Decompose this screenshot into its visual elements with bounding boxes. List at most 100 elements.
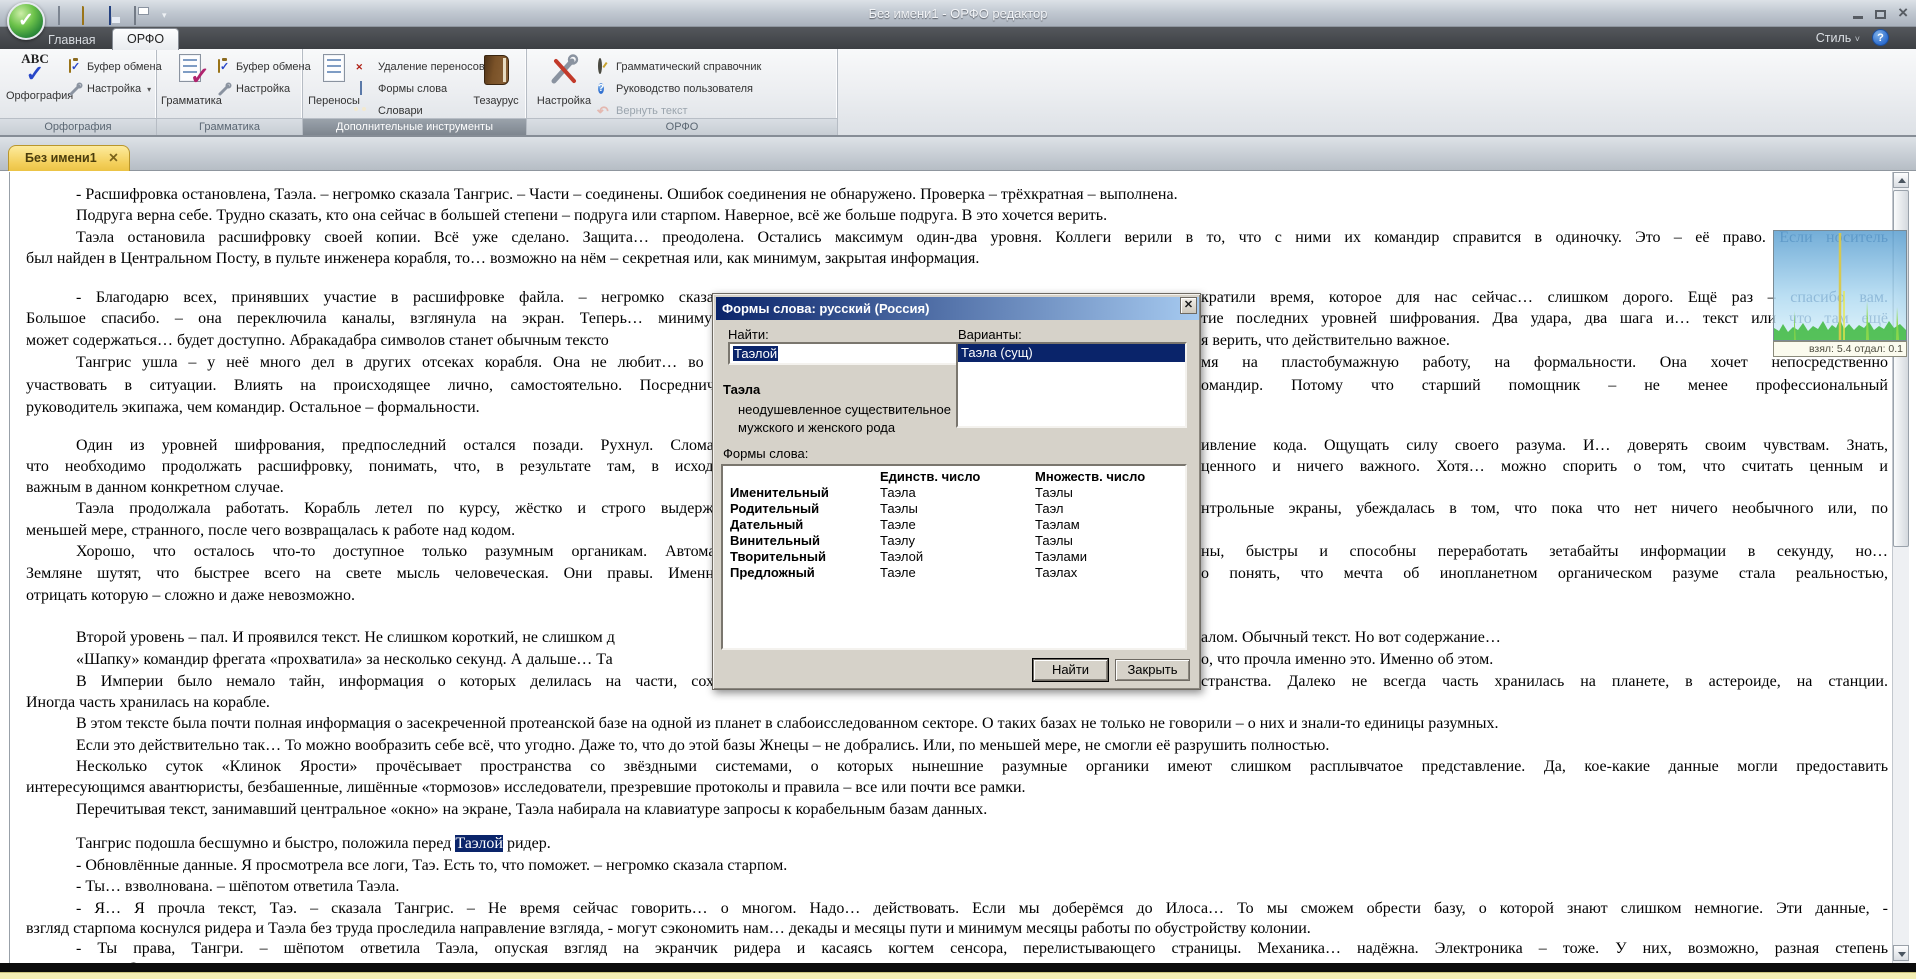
crossed-tools-icon [548,53,580,87]
app-menu-orb[interactable]: ✓ [7,2,45,40]
grass-waveform [1774,231,1906,340]
variants-label: Варианты: [958,327,1022,342]
grammar-reference-button[interactable]: Грамматический справочник [597,58,761,76]
window-controls: × [1853,6,1908,20]
chevron-down-icon: ˅ [1855,34,1860,44]
hyphen-doc-icon [318,53,350,87]
text-line: В этом тексте была почти полная информац… [10,715,1892,736]
selected-word: Таэлой [455,835,503,852]
headword: Таэла [723,382,760,397]
forms-label: Формы слова: [723,446,808,461]
window-title: Без имени1 - ОРФО редактор [0,6,1916,21]
tab-orfo[interactable]: ОРФО [112,28,179,50]
close-button[interactable]: Закрыть [1115,659,1190,681]
app-window: ▾ Без имени1 - ОРФО редактор × ✓ Главная… [0,0,1916,979]
hyphenation-button[interactable]: Переносы [305,53,363,115]
ribbon-tab-band [0,27,1916,49]
column-header-singular: Единств. число [880,469,980,485]
text-line: был найден в Центральном Посту, в пульте… [10,250,1892,271]
group-label-grammar: Грамматика [157,118,302,135]
scroll-up-button[interactable] [1893,172,1909,188]
grammar-doc-check-icon: ✓ [174,53,206,87]
clipboard-button-grammar[interactable]: Буфер обмена [217,58,311,76]
text-line: Таэла остановила расшифровку своей копии… [10,229,1892,250]
clipboard-check-icon [68,60,83,75]
help-circle-icon: ? [597,82,612,97]
text-line: - Ты… взволнована. – шёпотом ответила Та… [10,878,1892,899]
text-line: интересующимся авантюристы, безбашенные,… [10,779,1892,800]
settings-button-grammar[interactable]: Настройка [217,80,290,98]
title-bar: ▾ Без имени1 - ОРФО редактор × [0,0,1916,27]
word-forms-button[interactable]: Формы слова [359,80,447,98]
owl-icon [359,104,374,119]
arrow-down-icon [1898,952,1906,957]
ribbon-group-grammar: ✓ Грамматика Буфер обмена Настройка Грам… [157,49,303,135]
forms-table[interactable]: Единств. число Множеств. число Именитель… [721,464,1187,650]
spelling-button[interactable]: ABC✓ Орфография [6,53,64,115]
variants-listbox[interactable]: Таэла (сущ) [956,342,1187,428]
group-label-extra-tools: Дополнительные инструменты [303,118,526,135]
help-icon[interactable]: ? [1872,29,1889,46]
remove-hyphens-button[interactable]: Удаление переносов [359,58,485,76]
forms-table-row: ДательныйТаэлеТаэлам [723,517,1185,533]
ribbon-group-orfo: Настройка Грамматический справочник ? Ру… [527,49,838,135]
bottom-black-strip [0,963,1916,972]
column-header-plural: Множеств. число [1035,469,1145,485]
network-monitor-widget[interactable]: взял: 5.4 отдал: 0.1 [1773,230,1907,357]
text-line: Иногда часть хранилась на корабле. [10,694,1892,715]
clipboard-button[interactable]: Буфер обмена [68,58,162,76]
traffic-caption: взял: 5.4 отдал: 0.1 [1773,341,1907,357]
dialog-close-icon[interactable]: ✕ [1180,297,1197,314]
document-tab-label: Без имени1 [25,151,97,165]
clipboard-check-icon [217,60,232,75]
selected-input-text: Таэлой [733,346,778,361]
text-line: Подруга верна себе. Трудно сказать, кто … [10,207,1892,228]
wrench-icon [68,82,83,97]
maximize-icon[interactable] [1875,10,1886,19]
user-guide-button[interactable]: ? Руководство пользователя [597,80,753,98]
word-forms-icon [359,82,374,97]
thesaurus-button[interactable]: Тезаурус [467,53,525,115]
traffic-graph [1773,230,1907,341]
forms-table-header: Единств. число Множеств. число [723,469,1185,485]
group-label-spelling: Орфография [0,118,156,135]
find-label: Найти: [728,327,769,342]
text-line: - Обновлённые данные. Я просмотрела все … [10,857,1892,878]
text-line: Несколько суток «Клинок Ярости» прочёсыв… [10,758,1892,779]
document-tab-bar: Без имени1 ✕ [0,137,1916,171]
text-line: Тангрис подошла бесшумно и быстро, полож… [10,835,1892,856]
bottom-taskbar-strip [0,972,1916,979]
forms-table-row: ИменительныйТаэлаТаэлы [723,485,1185,501]
minimize-icon[interactable] [1853,16,1863,19]
chevron-down-icon: ▾ [147,85,151,94]
tab-close-icon[interactable]: ✕ [108,151,118,165]
close-icon[interactable]: × [1898,6,1908,20]
variant-item[interactable]: Таэла (сущ) [958,344,1185,362]
style-menu-button[interactable]: Стиль ˅ [1816,31,1860,45]
ribbon-group-extra-tools: Переносы Удаление переносов Формы слова … [303,49,527,135]
ribbon-group-spelling: ABC✓ Орфография Буфер обмена Настройка ▾… [0,49,157,135]
book-icon [480,53,512,87]
settings-button-spelling[interactable]: Настройка ▾ [68,80,151,98]
compass-icon [597,60,612,75]
grammar-button[interactable]: ✓ Грамматика [161,53,219,115]
arrow-up-icon [1898,178,1906,183]
document-tab[interactable]: Без имени1 ✕ [8,145,130,171]
spellcheck-abc-icon: ABC✓ [19,53,51,87]
remove-hyphens-icon [359,60,374,75]
ribbon: ABC✓ Орфография Буфер обмена Настройка ▾… [0,49,1916,137]
text-line: Если это действительно так… То можно воо… [10,737,1892,758]
forms-table-row: РодительныйТаэлыТаэл [723,501,1185,517]
scroll-down-button[interactable] [1893,945,1909,961]
forms-table-row: ПредложныйТаэлеТаэлах [723,565,1185,581]
orfo-settings-button[interactable]: Настройка [535,53,593,115]
find-button[interactable]: Найти [1033,659,1108,681]
text-line: взгляд старпома коснулся ридера и Таэла … [10,920,1892,941]
wrench-icon [217,82,232,97]
dialog-title[interactable]: Формы слова: русский (Россия) [716,297,1199,320]
text-line: - Я… Я прочла текст, Таэ. – сказала Танг… [10,900,1892,921]
text-line: Перечитывая текст, занимавший центрально… [10,801,1892,822]
tab-home[interactable]: Главная [38,31,106,49]
text-line: - Ты права, Тангри. – шёпотом ответила Т… [10,940,1892,961]
word-forms-dialog[interactable]: Формы слова: русский (Россия) ✕ Найти: Т… [712,293,1201,690]
